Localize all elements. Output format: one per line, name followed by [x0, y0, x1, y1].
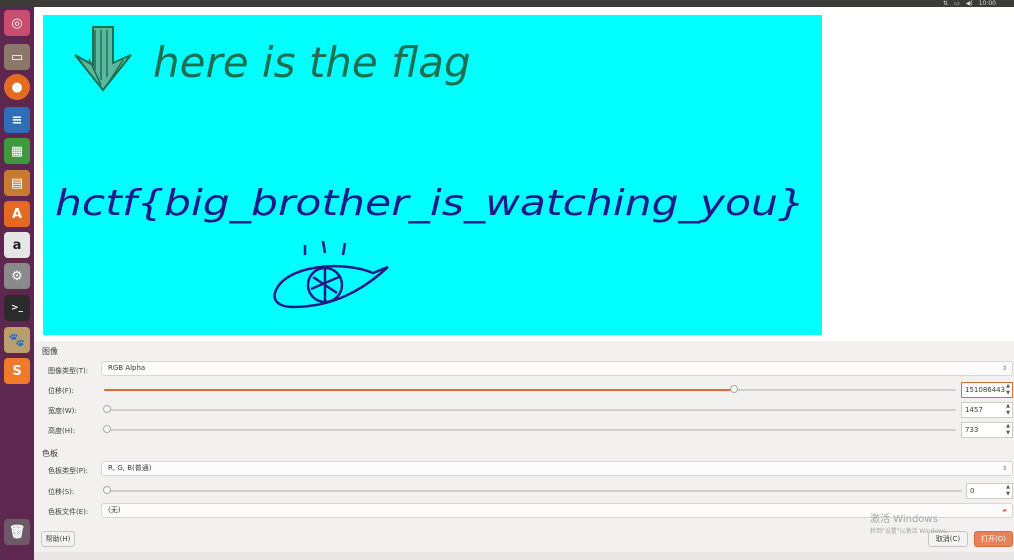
spin-arrows-icon[interactable]: ▲ ▼: [1006, 403, 1010, 417]
trash-icon[interactable]: 🗑: [4, 519, 30, 545]
watermark-title: 激活 Windows: [870, 514, 938, 525]
height-label: 高度(H):: [48, 427, 76, 435]
handwritten-flag-line: hctf{big_brother_is_watching_you}: [55, 183, 805, 224]
offset-spinbox[interactable]: 151086443 ▲ ▼: [961, 382, 1013, 398]
combo-arrows-icon: ⇕: [1001, 465, 1007, 472]
palette-offset-label: 位移(S):: [48, 488, 75, 496]
offset-label: 位移(F):: [48, 387, 74, 395]
watermark-subtitle: 转到"设置"以激活 Windows。: [870, 528, 953, 535]
help-button[interactable]: 帮助(H): [41, 531, 75, 547]
system-tray[interactable]: ⇅ ▭ ◀) 10:00: [943, 0, 996, 7]
height-spinbox[interactable]: 733 ▲ ▼: [961, 422, 1013, 438]
volume-icon[interactable]: ◀): [966, 0, 973, 7]
palette-type-label: 色板类型(P):: [48, 467, 89, 475]
image-type-combo[interactable]: RGB Alpha ⇕: [101, 361, 1013, 376]
palette-offset-slider-handle[interactable]: [103, 486, 111, 494]
image-preview: here is the flag hctf{big_brother_is_wat…: [43, 15, 822, 335]
palette-file-label: 色板文件(E):: [48, 508, 89, 516]
down-arrow-drawing: [74, 26, 132, 92]
offset-slider-handle[interactable]: [730, 385, 738, 393]
settings-gear-icon[interactable]: ⚙: [4, 263, 30, 289]
calc-icon[interactable]: ▦: [4, 138, 30, 164]
height-slider[interactable]: [103, 425, 956, 433]
spin-arrows-icon[interactable]: ▲ ▼: [1006, 383, 1010, 397]
width-label: 宽度(W):: [48, 407, 77, 415]
files-icon[interactable]: ▭: [4, 44, 30, 70]
folder-icon: ▰: [1002, 507, 1007, 514]
width-value: 1457: [965, 406, 983, 414]
image-section-title: 图像: [42, 347, 58, 356]
offset-slider[interactable]: [104, 385, 956, 393]
clock[interactable]: 10:00: [979, 0, 996, 7]
palette-type-value: R, G, B(普通): [108, 464, 152, 472]
handwriting-canvas: here is the flag hctf{big_brother_is_wat…: [55, 26, 805, 309]
ubuntu-dash-icon[interactable]: ◎: [4, 10, 30, 36]
gimp-icon[interactable]: 🐾: [4, 327, 30, 353]
width-slider[interactable]: [103, 405, 956, 413]
sublime-text-icon[interactable]: S: [4, 358, 30, 384]
palette-type-combo[interactable]: R, G, B(普通) ⇕: [101, 461, 1013, 476]
spin-arrows-icon[interactable]: ▲ ▼: [1006, 484, 1010, 498]
palette-offset-slider[interactable]: [103, 486, 962, 494]
writer-icon[interactable]: ≡: [4, 107, 30, 133]
impress-icon[interactable]: ▤: [4, 170, 30, 196]
palette-section-title: 色板: [42, 449, 58, 458]
status-bar: [34, 552, 1014, 560]
amazon-icon[interactable]: a: [4, 232, 30, 258]
software-center-icon[interactable]: A: [4, 201, 30, 227]
image-type-label: 图像类型(T):: [48, 367, 89, 375]
palette-file-value: (无): [108, 506, 121, 514]
combo-arrows-icon: ⇕: [1001, 365, 1007, 372]
offset-slider-fill: [104, 389, 734, 391]
open-button[interactable]: 打开(O): [974, 531, 1013, 547]
palette-offset-spinbox[interactable]: 0 ▲ ▼: [966, 483, 1013, 499]
firefox-icon[interactable]: ●: [4, 74, 30, 100]
image-type-value: RGB Alpha: [108, 364, 146, 372]
terminal-icon[interactable]: >_: [4, 295, 30, 321]
network-icon[interactable]: ⇅: [943, 0, 948, 7]
width-spinbox[interactable]: 1457 ▲ ▼: [961, 402, 1013, 418]
height-value: 733: [965, 426, 979, 434]
activate-windows-watermark: 激活 Windows 转到"设置"以激活 Windows。: [870, 510, 952, 535]
height-slider-handle[interactable]: [103, 425, 111, 433]
offset-value: 151086443: [965, 386, 1006, 394]
width-slider-handle[interactable]: [103, 405, 111, 413]
palette-offset-value: 0: [970, 487, 975, 495]
eye-drawing: [273, 240, 389, 309]
spin-arrows-icon[interactable]: ▲ ▼: [1006, 423, 1010, 437]
handwritten-line-1: here is the flag: [153, 38, 471, 87]
preview-blank-area: [822, 15, 1014, 335]
launcher: ◎ ▭ ● ≡ ▦ ▤ A a ⚙ >_ 🐾 S 🗑: [0, 7, 34, 560]
top-panel: ⇅ ▭ ◀) 10:00: [0, 0, 1014, 7]
keyboard-icon[interactable]: ▭: [954, 0, 960, 7]
